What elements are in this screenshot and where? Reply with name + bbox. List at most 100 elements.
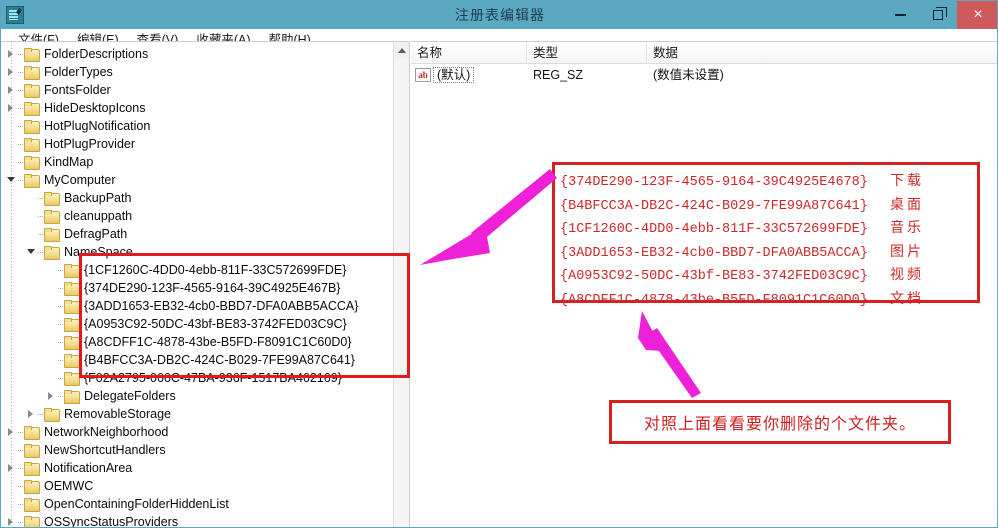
folder-icon xyxy=(24,426,39,439)
registry-tree[interactable]: FolderDescriptionsFolderTypesFontsFolder… xyxy=(1,45,393,528)
tree-item[interactable]: {A0953C92-50DC-43bf-BE83-3742FED03C9C} xyxy=(1,315,393,333)
tree-item-label: {B4BFCC3A-DB2C-424C-B029-7FE99A87C641} xyxy=(84,351,355,369)
tree-item[interactable]: FolderDescriptions xyxy=(1,45,393,63)
guid-folder-label: 音乐 xyxy=(890,217,924,239)
folder-icon xyxy=(64,372,79,385)
value-name[interactable]: (默认) xyxy=(433,67,474,83)
tree-item[interactable]: MyComputer xyxy=(1,171,393,189)
guid-reference-list: {374DE290-123F-4565-9164-39C4925E4678}下载… xyxy=(560,170,924,311)
registry-tree-pane[interactable]: FolderDescriptionsFolderTypesFontsFolder… xyxy=(1,41,410,528)
folder-icon xyxy=(64,264,79,277)
chevron-down-icon[interactable] xyxy=(25,243,38,261)
minimize-icon xyxy=(895,14,906,16)
tree-item[interactable]: {B4BFCC3A-DB2C-424C-B029-7FE99A87C641} xyxy=(1,351,393,369)
tree-item[interactable]: NameSpace xyxy=(1,243,393,261)
tree-item-label: FontsFolder xyxy=(44,81,111,99)
tree-spacer xyxy=(45,351,58,369)
tree-item[interactable]: OpenContainingFolderHiddenList xyxy=(1,495,393,513)
tree-item[interactable]: {374DE290-123F-4565-9164-39C4925E467B} xyxy=(1,279,393,297)
chevron-right-icon[interactable] xyxy=(5,81,18,99)
tree-item[interactable]: RemovableStorage xyxy=(1,405,393,423)
tree-item[interactable]: {1CF1260C-4DD0-4ebb-811F-33C572699FDE} xyxy=(1,261,393,279)
tree-item-label: {1CF1260C-4DD0-4ebb-811F-33C572699FDE} xyxy=(84,261,346,279)
tree-item-label: RemovableStorage xyxy=(64,405,171,423)
tree-item[interactable]: OSSyncStatusProviders xyxy=(1,513,393,528)
tree-scrollbar[interactable] xyxy=(393,42,409,528)
tree-item[interactable]: HotPlugProvider xyxy=(1,135,393,153)
close-icon: × xyxy=(973,6,982,24)
instruction-note-text: 对照上面看看要你删除的个文件夹。 xyxy=(644,410,916,434)
guid-reference-row: {1CF1260C-4DD0-4ebb-811F-33C572699FDE}音乐 xyxy=(560,217,924,241)
tree-item[interactable]: OEMWC xyxy=(1,477,393,495)
tree-item-label: cleanuppath xyxy=(64,207,132,225)
guid-folder-label: 下载 xyxy=(890,170,924,192)
tree-item-label: NotificationArea xyxy=(44,459,132,477)
chevron-right-icon[interactable] xyxy=(25,405,38,423)
folder-icon xyxy=(64,354,79,367)
tree-item[interactable]: {3ADD1653-EB32-4cb0-BBD7-DFA0ABB5ACCA} xyxy=(1,297,393,315)
folder-icon xyxy=(44,228,59,241)
column-header-data[interactable]: 数据 xyxy=(647,42,998,64)
tree-item[interactable]: NetworkNeighborhood xyxy=(1,423,393,441)
tree-item-label: BackupPath xyxy=(64,189,131,207)
minimize-button[interactable] xyxy=(881,1,919,29)
tree-item[interactable]: HideDesktopIcons xyxy=(1,99,393,117)
folder-icon xyxy=(44,192,59,205)
tree-item-label: {A0953C92-50DC-43bf-BE83-3742FED03C9C} xyxy=(84,315,347,333)
chevron-right-icon[interactable] xyxy=(45,387,58,405)
table-row[interactable]: ab (默认) REG_SZ (数值未设置) xyxy=(411,64,998,86)
tree-item[interactable]: KindMap xyxy=(1,153,393,171)
chevron-right-icon[interactable] xyxy=(5,45,18,63)
column-header-name[interactable]: 名称 xyxy=(411,42,527,64)
folder-icon xyxy=(24,102,39,115)
folder-icon xyxy=(24,48,39,61)
scroll-up-icon[interactable] xyxy=(394,42,409,59)
tree-item-label: NewShortcutHandlers xyxy=(44,441,166,459)
tree-item-label: DelegateFolders xyxy=(84,387,176,405)
restore-button[interactable] xyxy=(919,1,957,29)
tree-item[interactable]: {F02A2795-066C-47BA-936F-1517BA462169} xyxy=(1,369,393,387)
registry-editor-window: 注册表编辑器 × 文件(F) 编辑(E) 查看(V) 收藏夹(A) 帮助(H) … xyxy=(0,0,998,528)
column-header-type[interactable]: 类型 xyxy=(527,42,647,64)
string-value-icon: ab xyxy=(415,68,431,82)
tree-item[interactable]: FontsFolder xyxy=(1,81,393,99)
tree-item[interactable]: {A8CDFF1C-4878-43be-B5FD-F8091C1C60D0} xyxy=(1,333,393,351)
chevron-right-icon[interactable] xyxy=(5,459,18,477)
tree-spacer xyxy=(25,225,38,243)
tree-item[interactable]: DefragPath xyxy=(1,225,393,243)
folder-icon xyxy=(44,210,59,223)
chevron-right-icon[interactable] xyxy=(5,63,18,81)
close-button[interactable]: × xyxy=(957,1,998,29)
guid-reference-row: {374DE290-123F-4565-9164-39C4925E4678}下载 xyxy=(560,170,924,194)
tree-item-label: KindMap xyxy=(44,153,93,171)
tree-spacer xyxy=(5,117,18,135)
folder-icon xyxy=(24,174,39,187)
guid-code: {3ADD1653-EB32-4cb0-BBD7-DFA0ABB5ACCA} xyxy=(560,243,890,265)
folder-icon xyxy=(44,408,59,421)
guid-code: {A8CDFF1C-4878-43be-B5FD-F8091C1C60D0} xyxy=(560,290,890,312)
tree-spacer xyxy=(5,135,18,153)
tree-item-label: OSSyncStatusProviders xyxy=(44,513,178,528)
tree-item-label: MyComputer xyxy=(44,171,116,189)
tree-item[interactable]: cleanuppath xyxy=(1,207,393,225)
tree-item[interactable]: NotificationArea xyxy=(1,459,393,477)
guid-code: {B4BFCC3A-DB2C-424C-B029-7FE99A87C641} xyxy=(560,196,890,218)
tree-item-label: OEMWC xyxy=(44,477,93,495)
tree-item[interactable]: FolderTypes xyxy=(1,63,393,81)
guid-folder-label: 视频 xyxy=(890,264,924,286)
folder-icon xyxy=(24,516,39,528)
tree-spacer xyxy=(25,189,38,207)
tree-item-label: NameSpace xyxy=(64,243,133,261)
tree-spacer xyxy=(45,315,58,333)
chevron-down-icon[interactable] xyxy=(5,171,18,189)
window-title: 注册表编辑器 xyxy=(1,5,998,25)
tree-item[interactable]: BackupPath xyxy=(1,189,393,207)
tree-item[interactable]: NewShortcutHandlers xyxy=(1,441,393,459)
tree-item-label: FolderTypes xyxy=(44,63,113,81)
folder-icon xyxy=(24,498,39,511)
tree-item[interactable]: HotPlugNotification xyxy=(1,117,393,135)
tree-item[interactable]: DelegateFolders xyxy=(1,387,393,405)
chevron-right-icon[interactable] xyxy=(5,423,18,441)
chevron-right-icon[interactable] xyxy=(5,513,18,528)
chevron-right-icon[interactable] xyxy=(5,99,18,117)
